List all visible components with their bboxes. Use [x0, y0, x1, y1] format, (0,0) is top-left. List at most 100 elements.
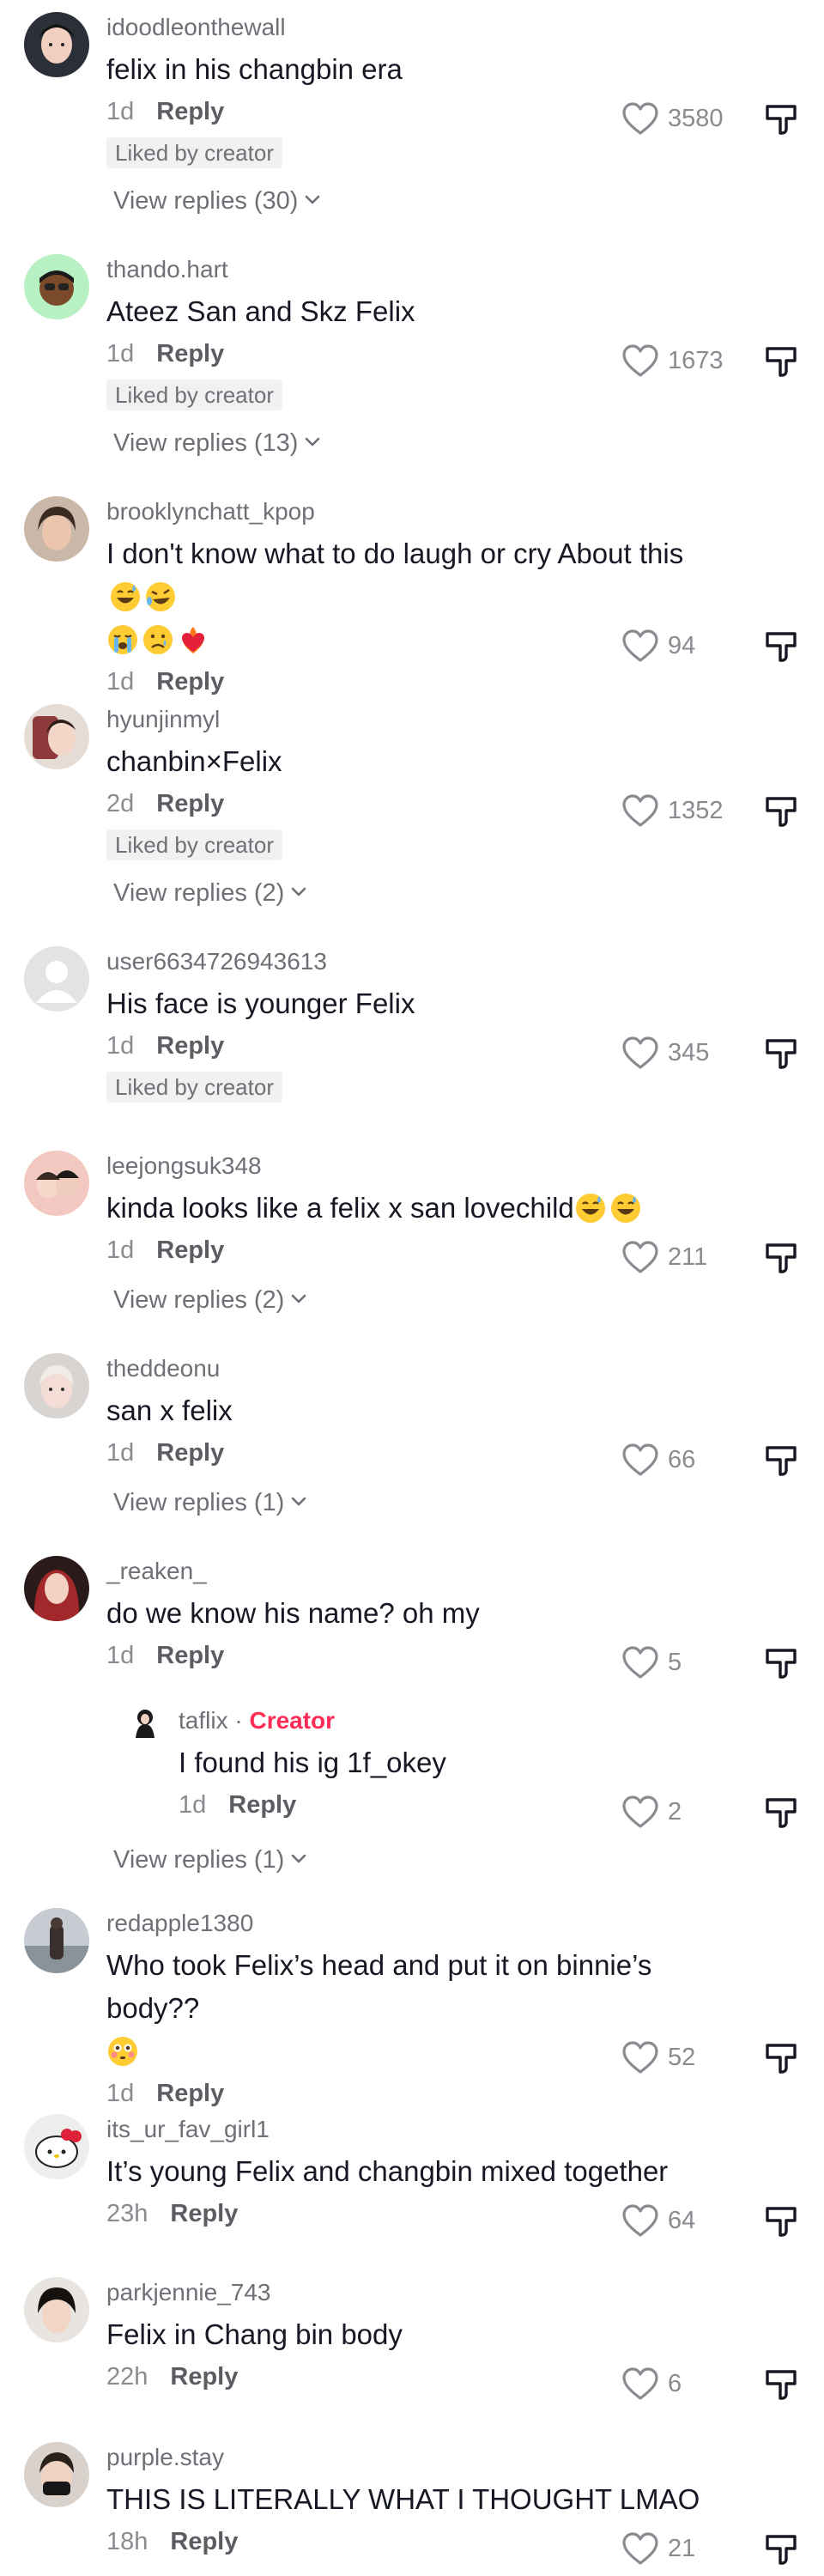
dislike-button[interactable]: [764, 793, 798, 828]
avatar[interactable]: [24, 1353, 89, 1419]
reply-button[interactable]: Reply: [156, 1032, 224, 1060]
username[interactable]: redapple1380: [106, 1908, 721, 1939]
username[interactable]: user6634726943613: [106, 946, 721, 977]
view-replies-button[interactable]: View replies (30): [113, 184, 721, 218]
dislike-button[interactable]: [764, 101, 798, 136]
like-button[interactable]: 5: [621, 1645, 750, 1680]
comment-text-content: felix in his changbin era: [106, 53, 403, 85]
view-replies-button[interactable]: View replies (2): [113, 1283, 721, 1317]
like-button[interactable]: 52: [621, 2040, 750, 2075]
username[interactable]: brooklynchatt_kpop: [106, 496, 721, 527]
comment-text: It’s young Felix and changbin mixed toge…: [106, 2150, 721, 2193]
chevron-down-icon: [305, 437, 320, 447]
username[interactable]: theddeonu: [106, 1353, 721, 1384]
avatar[interactable]: [24, 2442, 89, 2507]
like-count: 21: [668, 2535, 696, 2562]
view-replies-label: View replies (2): [113, 879, 285, 907]
avatar[interactable]: [24, 1908, 89, 1973]
reply-button[interactable]: Reply: [156, 790, 224, 817]
dislike-icon: [764, 1443, 798, 1477]
avatar[interactable]: [24, 704, 89, 769]
username[interactable]: idoodleonthewall: [106, 12, 721, 43]
dislike-button[interactable]: [764, 1443, 798, 1477]
like-button[interactable]: 21: [621, 2531, 750, 2566]
comment-text-content: san x felix: [106, 1394, 233, 1426]
heart-icon: [621, 2531, 659, 2566]
reply-button[interactable]: Reply: [156, 668, 224, 696]
username[interactable]: hyunjinmyl: [106, 704, 721, 735]
dislike-button[interactable]: [764, 2531, 798, 2566]
comment-time: 1d: [106, 340, 135, 368]
username[interactable]: thando.hart: [106, 254, 721, 285]
heart-icon: [621, 1443, 659, 1477]
crying-face-emoji: [142, 623, 174, 656]
like-button[interactable]: 2: [621, 1795, 750, 1829]
like-button[interactable]: 6: [621, 2366, 750, 2401]
reply-button[interactable]: Reply: [156, 98, 224, 125]
dislike-button[interactable]: [764, 1645, 798, 1680]
dislike-button[interactable]: [764, 2203, 798, 2238]
comment-text-content: chanbin×Felix: [106, 745, 282, 777]
avatar[interactable]: [127, 1705, 163, 1741]
view-replies-button[interactable]: View replies (13): [113, 426, 721, 460]
avatar[interactable]: [24, 12, 89, 77]
dislike-button[interactable]: [764, 343, 798, 378]
view-replies-button[interactable]: View replies (2): [113, 876, 721, 910]
avatar[interactable]: [24, 2114, 89, 2179]
username[interactable]: leejongsuk348: [106, 1151, 721, 1182]
reply-button[interactable]: Reply: [170, 2528, 238, 2555]
view-replies-label: View replies (2): [113, 1286, 285, 1314]
comment-text-content: THIS IS LITERALLY WHAT I THOUGHT LMAO: [106, 2483, 700, 2515]
view-replies-button[interactable]: View replies (1): [113, 1843, 306, 1877]
reply-button[interactable]: Reply: [156, 1439, 224, 1467]
avatar[interactable]: [24, 496, 89, 562]
comment-time: 2d: [106, 790, 135, 817]
comment-text: I found his ig 1f_okey: [179, 1741, 721, 1784]
reply-button[interactable]: Reply: [170, 2363, 238, 2391]
username[interactable]: _reaken_: [106, 1556, 721, 1587]
reply-button[interactable]: Reply: [156, 340, 224, 368]
reply-button[interactable]: Reply: [156, 1236, 224, 1264]
comment-text: Ateez San and Skz Felix: [106, 290, 721, 333]
view-replies-button[interactable]: View replies (1): [113, 1485, 721, 1520]
comment-time: 22h: [106, 2363, 148, 2391]
dislike-button[interactable]: [764, 2366, 798, 2401]
reply-button[interactable]: Reply: [156, 2080, 224, 2107]
username[interactable]: purple.stay: [106, 2442, 721, 2473]
avatar[interactable]: [24, 1556, 89, 1621]
avatar[interactable]: [24, 2277, 89, 2342]
dislike-button[interactable]: [764, 1795, 798, 1829]
avatar[interactable]: [24, 254, 89, 319]
like-count: 1673: [668, 347, 724, 374]
avatar[interactable]: [24, 1151, 89, 1216]
like-button[interactable]: 64: [621, 2203, 750, 2238]
like-button[interactable]: 1352: [621, 793, 750, 828]
username[interactable]: its_ur_fav_girl1: [106, 2114, 721, 2145]
reply-button[interactable]: Reply: [170, 2200, 238, 2227]
like-button[interactable]: 1673: [621, 343, 750, 378]
comment-text-content: kinda looks like a felix x san lovechild: [106, 1192, 574, 1224]
comment-time: 1d: [179, 1791, 207, 1819]
dislike-button[interactable]: [764, 629, 798, 663]
reply-button[interactable]: Reply: [156, 1642, 224, 1669]
username[interactable]: parkjennie_743: [106, 2277, 721, 2308]
like-button[interactable]: 94: [621, 629, 750, 663]
chevron-down-icon: [291, 1497, 306, 1507]
dislike-button[interactable]: [764, 2040, 798, 2075]
comment-text-content: Felix in Chang bin body: [106, 2318, 403, 2350]
like-button[interactable]: 345: [621, 1036, 750, 1070]
dislike-button[interactable]: [764, 1240, 798, 1274]
comment-time: 1d: [106, 1642, 135, 1669]
like-button[interactable]: 3580: [621, 101, 750, 136]
avatar[interactable]: [24, 946, 89, 1012]
reply-button[interactable]: Reply: [228, 1791, 296, 1819]
like-count: 345: [668, 1039, 710, 1066]
like-button[interactable]: 66: [621, 1443, 750, 1477]
username[interactable]: taflix: [179, 1707, 228, 1734]
comment-body: user6634726943613 His face is younger Fe…: [106, 946, 721, 1103]
dislike-button[interactable]: [764, 1036, 798, 1070]
comment-text-content: Ateez San and Skz Felix: [106, 295, 415, 327]
like-button[interactable]: 211: [621, 1240, 750, 1274]
like-count: 1352: [668, 797, 724, 824]
comment-text: chanbin×Felix: [106, 740, 721, 783]
